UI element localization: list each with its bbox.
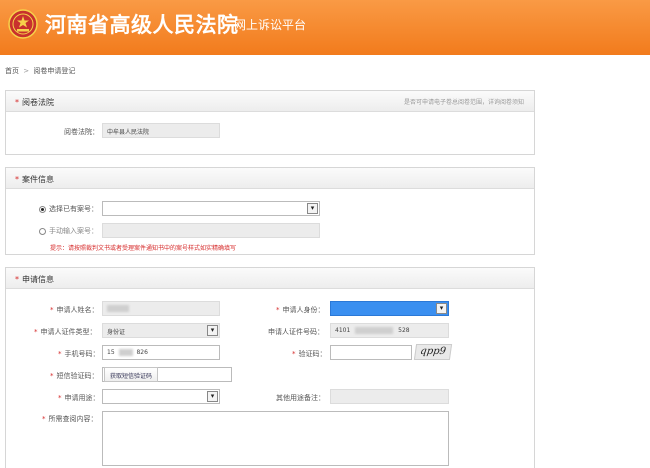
case-number-warning: 提示：请按照裁判文书或者受理案件通知书中的案号样式如实精确填写 (50, 245, 237, 252)
site-subtitle: 网上诉讼平台 (234, 18, 307, 32)
chevron-down-icon[interactable]: ▾ (207, 325, 218, 336)
applicant-panel: * 申请信息 * 申请人姓名： * 申请人身份： ▾ * 申请人证件类型： 身份证 ▾ … (5, 267, 535, 468)
chevron-down-icon[interactable]: ▾ (207, 391, 218, 402)
content-label: * 所需查阅内容： (42, 415, 98, 423)
id-type-select[interactable]: 身份证 ▾ (102, 323, 220, 338)
purpose-select[interactable]: ▾ (102, 389, 220, 404)
court-panel: * 阅卷法院 是否可申请电子卷总阅卷范围，详询阅卷须知 阅卷法院： 中牟县人民法院 (5, 90, 535, 155)
applicant-panel-header: * 申请信息 (6, 268, 534, 289)
required-star: * (15, 98, 19, 107)
select-case-radio[interactable] (39, 205, 46, 213)
case-panel-header: * 案件信息 (6, 168, 534, 189)
redacted-mask (118, 349, 133, 356)
site-header: 河南省高级人民法院 网上诉讼平台 (0, 0, 650, 55)
chevron-down-icon[interactable]: ▾ (436, 303, 447, 314)
phone-label: * 手机号码： (58, 350, 100, 358)
redacted-mask (355, 327, 394, 334)
chevron-down-icon[interactable]: ▾ (307, 203, 318, 214)
required-star: * (15, 175, 19, 184)
id-number-label: 申请人证件号码： (268, 328, 324, 336)
manual-case-radio[interactable] (39, 227, 46, 235)
court-field: 中牟县人民法院 (102, 123, 220, 138)
applicant-panel-title: 申请信息 (22, 275, 54, 284)
verify-code-label: * 验证码： (292, 350, 327, 358)
case-panel: * 案件信息 选择已有案号： ▾ 手动输入案号： 提示：请按照裁判文书或者受理案件… (5, 167, 535, 255)
purpose-label: * 申请用途： (58, 394, 100, 402)
phone-input[interactable]: 15 826 (102, 345, 220, 360)
redacted-mask (107, 305, 129, 312)
breadcrumb-home-link[interactable]: 首页 (5, 67, 19, 75)
content-textarea[interactable] (102, 411, 449, 466)
applicant-identity-label: * 申请人身份： (276, 306, 325, 314)
applicant-identity-select[interactable]: ▾ (330, 301, 449, 316)
court-emblem-icon (8, 9, 38, 39)
manual-case-option[interactable]: 手动输入案号： (39, 226, 98, 236)
select-case-option[interactable]: 选择已有案号： (39, 204, 98, 214)
court-panel-title: 阅卷法院 (22, 98, 54, 107)
court-panel-hint-link[interactable]: 是否可申请电子卷总阅卷范围，详询阅卷须知 (404, 97, 524, 106)
other-purpose-label: 其他用途备注： (276, 394, 325, 402)
breadcrumb-current: 阅卷申请登记 (33, 67, 76, 75)
case-panel-title: 案件信息 (22, 175, 54, 184)
applicant-name-label: * 申请人姓名： (50, 306, 99, 314)
case-number-select[interactable]: ▾ (102, 201, 320, 216)
breadcrumb: 首页 > 阅卷申请登记 (5, 66, 77, 76)
id-type-label: * 申请人证件类型： (34, 328, 97, 336)
id-number-field: 4101 528 (330, 323, 449, 338)
breadcrumb-separator: > (23, 67, 30, 75)
other-purpose-input[interactable] (330, 389, 449, 404)
sms-code-label: * 短信验证码： (50, 372, 99, 380)
manual-case-input[interactable] (102, 223, 320, 238)
captcha-image[interactable]: qpp9 (413, 344, 453, 360)
applicant-name-field (102, 301, 220, 316)
site-title: 河南省高级人民法院 (45, 13, 239, 37)
court-panel-header: * 阅卷法院 是否可申请电子卷总阅卷范围，详询阅卷须知 (6, 91, 534, 112)
court-label: 阅卷法院： (64, 128, 99, 136)
get-sms-code-button[interactable]: 获取短信验证码 (104, 367, 159, 382)
verify-code-input[interactable] (330, 345, 412, 360)
required-star: * (15, 275, 19, 284)
